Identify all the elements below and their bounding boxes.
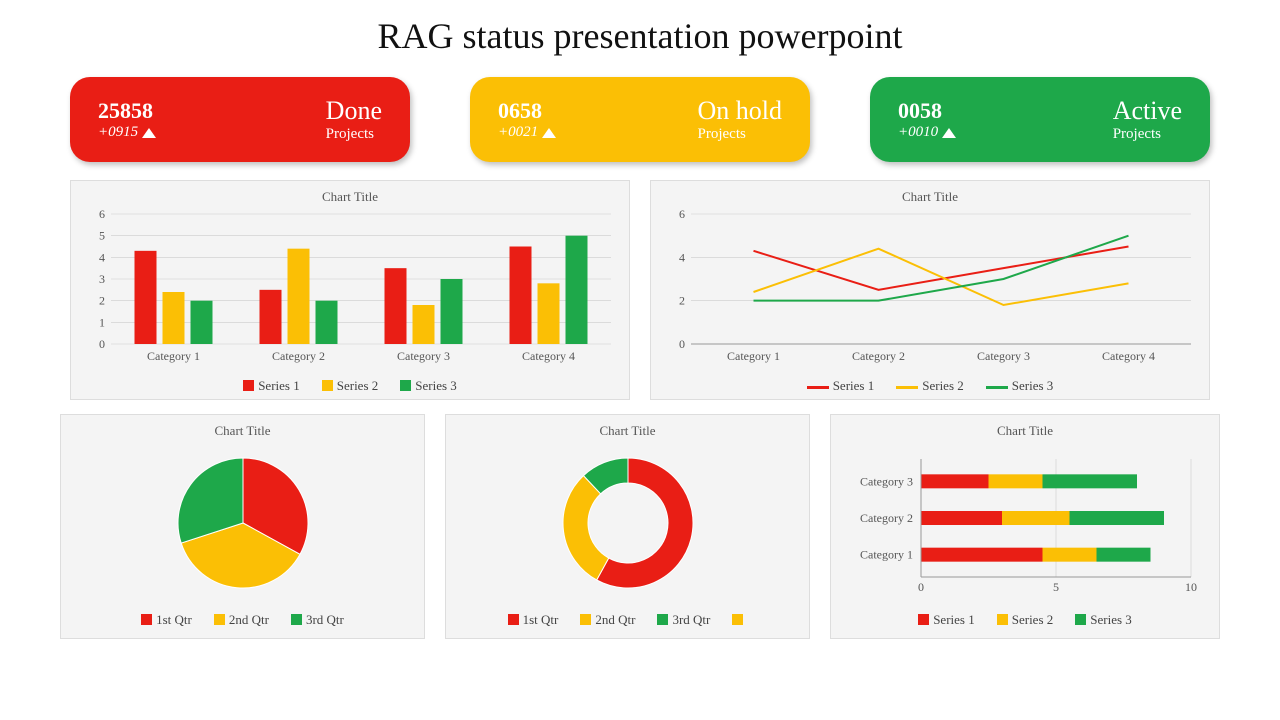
chart-title: Chart Title xyxy=(71,423,414,439)
card-active: 0058 +0010 Active Projects xyxy=(870,77,1210,162)
svg-text:6: 6 xyxy=(679,209,685,221)
svg-text:1: 1 xyxy=(99,315,105,329)
triangle-up-icon xyxy=(142,128,156,138)
pie-chart-panel: Chart Title 1st Qtr 2nd Qtr 3rd Qtr xyxy=(60,414,425,639)
page-title: RAG status presentation powerpoint xyxy=(40,15,1240,57)
triangle-up-icon xyxy=(942,128,956,138)
svg-text:Category 3: Category 3 xyxy=(860,474,913,488)
card-value: 0658 xyxy=(498,98,556,124)
chart-title: Chart Title xyxy=(661,189,1199,205)
pie-chart xyxy=(71,443,416,603)
card-status-label: Active xyxy=(1113,96,1182,126)
stacked-bar-chart: 0 5 10 Category 3 Category 2 Category 1 xyxy=(841,443,1211,603)
card-value: 0058 xyxy=(898,98,956,124)
svg-text:Category 4: Category 4 xyxy=(1102,349,1155,363)
svg-text:4: 4 xyxy=(679,250,685,264)
line-chart: 0 2 4 6 Category 1 Category 2 Category 3 Catego… xyxy=(661,209,1201,369)
svg-text:6: 6 xyxy=(99,209,105,221)
hbar-legend: Series 1 Series 2 Series 3 xyxy=(841,612,1209,628)
card-value: 25858 xyxy=(98,98,156,124)
bar-chart-panel: Chart Title 0 1 2 3 4 5 6 Category 1 Category 2 C… xyxy=(70,180,630,400)
svg-text:0: 0 xyxy=(99,337,105,351)
pie-legend: 1st Qtr 2nd Qtr 3rd Qtr xyxy=(71,612,414,628)
donut-legend: 1st Qtr 2nd Qtr 3rd Qtr xyxy=(456,612,799,628)
slide: RAG status presentation powerpoint 25858… xyxy=(0,0,1280,654)
svg-text:Category 1: Category 1 xyxy=(727,349,780,363)
line-legend: Series 1 Series 2 Series 3 xyxy=(661,378,1199,394)
card-delta: +0915 xyxy=(98,124,156,141)
card-sublabel: Projects xyxy=(698,126,783,143)
svg-text:2: 2 xyxy=(679,294,685,308)
chart-title: Chart Title xyxy=(81,189,619,205)
svg-text:5: 5 xyxy=(1053,580,1059,594)
card-delta: +0021 xyxy=(498,124,556,141)
line-chart-panel: Chart Title 0 2 4 6 Category 1 Category 2 Cate… xyxy=(650,180,1210,400)
donut-chart xyxy=(456,443,801,603)
svg-text:Category 1: Category 1 xyxy=(147,349,200,363)
card-sublabel: Projects xyxy=(1113,126,1182,143)
svg-text:Category 1: Category 1 xyxy=(860,548,913,562)
svg-text:Category 4: Category 4 xyxy=(522,349,575,363)
donut-chart-panel: Chart Title 1st Qtr 2nd Qtr 3rd Qtr xyxy=(445,414,810,639)
card-status-label: On hold xyxy=(698,96,783,126)
card-done: 25858 +0915 Done Projects xyxy=(70,77,410,162)
triangle-up-icon xyxy=(542,128,556,138)
card-sublabel: Projects xyxy=(326,126,382,143)
svg-text:5: 5 xyxy=(99,229,105,243)
stacked-bar-panel: Chart Title 0 5 10 Category 3 Category 2 Cate… xyxy=(830,414,1220,639)
svg-text:10: 10 xyxy=(1185,580,1197,594)
svg-text:0: 0 xyxy=(679,337,685,351)
svg-text:2: 2 xyxy=(99,294,105,308)
svg-text:4: 4 xyxy=(99,250,105,264)
status-cards-row: 25858 +0915 Done Projects 0658 +0021 On … xyxy=(40,77,1240,162)
svg-text:Category 2: Category 2 xyxy=(272,349,325,363)
svg-text:Category 2: Category 2 xyxy=(860,511,913,525)
chart-title: Chart Title xyxy=(456,423,799,439)
svg-text:Category 3: Category 3 xyxy=(397,349,450,363)
chart-title: Chart Title xyxy=(841,423,1209,439)
bar-legend: Series 1 Series 2 Series 3 xyxy=(81,378,619,394)
card-status-label: Done xyxy=(326,96,382,126)
svg-text:3: 3 xyxy=(99,272,105,286)
svg-text:Category 2: Category 2 xyxy=(852,349,905,363)
card-delta: +0010 xyxy=(898,124,956,141)
bar-chart: 0 1 2 3 4 5 6 Category 1 Category 2 Category 3 Cat… xyxy=(81,209,621,369)
card-onhold: 0658 +0021 On hold Projects xyxy=(470,77,810,162)
svg-text:0: 0 xyxy=(918,580,924,594)
svg-text:Category 3: Category 3 xyxy=(977,349,1030,363)
